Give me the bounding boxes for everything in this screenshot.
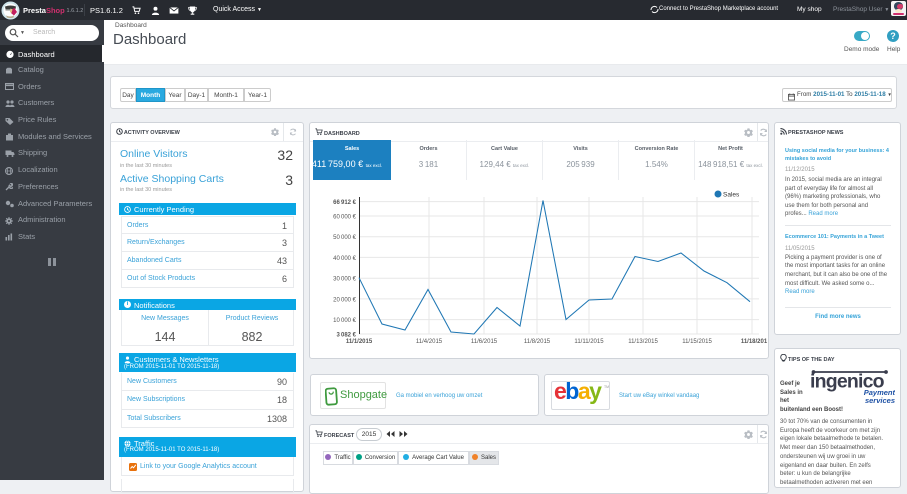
svg-text:11/18/201: 11/18/201 bbox=[741, 339, 768, 345]
svg-text:40 000 €: 40 000 € bbox=[333, 256, 357, 262]
svg-text:11/13/2015: 11/13/2015 bbox=[628, 339, 658, 345]
svg-text:11/6/2015: 11/6/2015 bbox=[471, 339, 498, 345]
svg-text:11/4/2015: 11/4/2015 bbox=[416, 339, 443, 345]
svg-text:60 000 €: 60 000 € bbox=[333, 215, 357, 221]
svg-text:services: services bbox=[865, 396, 895, 405]
svg-text:Sales: Sales bbox=[723, 192, 740, 199]
svg-text:11/1/2015: 11/1/2015 bbox=[346, 339, 373, 345]
svg-text:11/8/2015: 11/8/2015 bbox=[524, 339, 551, 345]
svg-text:30 000 €: 30 000 € bbox=[333, 277, 357, 283]
svg-text:10 000 €: 10 000 € bbox=[333, 318, 357, 324]
svg-text:11/11/2015: 11/11/2015 bbox=[574, 339, 604, 345]
svg-text:3 082 €: 3 082 € bbox=[336, 333, 356, 339]
svg-text:66 912 €: 66 912 € bbox=[333, 200, 357, 206]
svg-text:11/15/2015: 11/15/2015 bbox=[682, 339, 712, 345]
svg-text:20 000 €: 20 000 € bbox=[333, 297, 357, 303]
svg-text:50 000 €: 50 000 € bbox=[333, 235, 357, 241]
